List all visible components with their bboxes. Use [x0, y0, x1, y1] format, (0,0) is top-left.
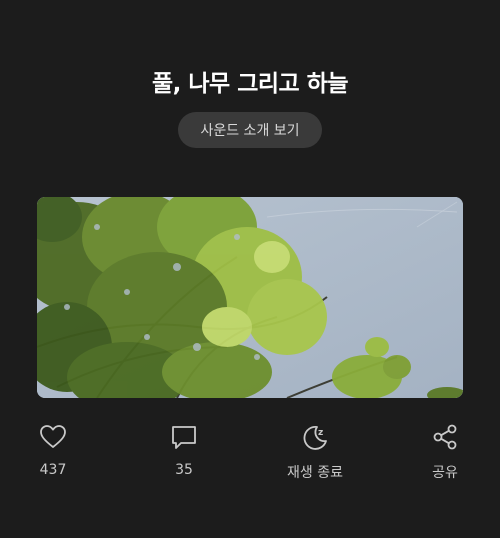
sound-intro-button[interactable]: 사운드 소개 보기 — [178, 112, 322, 148]
comment-count: 35 — [175, 462, 193, 478]
like-button[interactable]: 437 — [38, 422, 68, 478]
sleep-timer-label: 재생 종료 — [287, 465, 343, 481]
sound-detail-screen: 풀, 나무 그리고 하늘 사운드 소개 보기 437 35 z 재생 종료 공유 — [0, 0, 500, 538]
page-title: 풀, 나무 그리고 하늘 — [151, 71, 349, 97]
tree-canopy-image — [37, 197, 463, 398]
share-icon — [433, 424, 457, 450]
comment-icon — [172, 426, 196, 449]
share-label: 공유 — [432, 465, 458, 481]
share-button[interactable]: 공유 — [430, 422, 460, 482]
sleep-timer-icon: z — [303, 426, 327, 450]
heart-icon — [40, 425, 66, 448]
comment-button[interactable]: 35 — [169, 422, 199, 478]
like-count: 437 — [39, 462, 67, 478]
action-bar: 437 35 z 재생 종료 공유 — [0, 422, 500, 484]
svg-text:z: z — [318, 428, 323, 438]
sleep-timer-button[interactable]: z 재생 종료 — [287, 422, 343, 482]
cover-photo — [37, 197, 463, 398]
